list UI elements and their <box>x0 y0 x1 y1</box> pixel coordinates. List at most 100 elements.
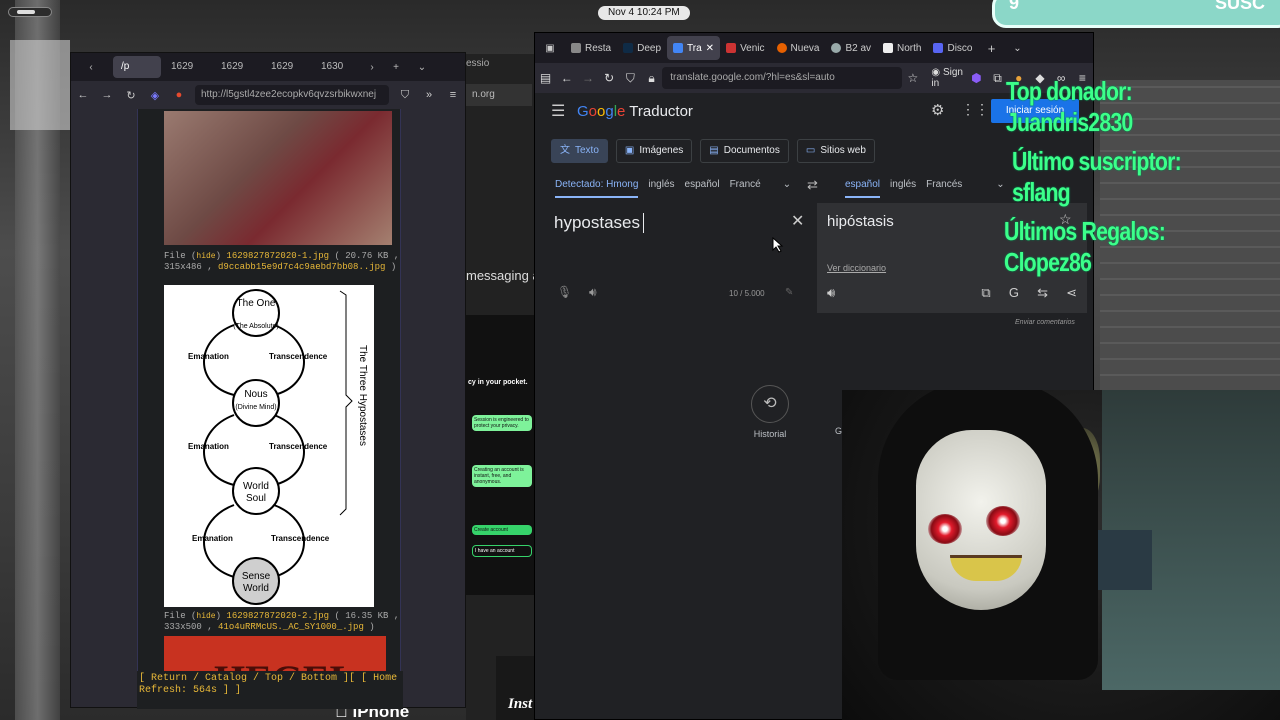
mode-websites[interactable]: ▭ Sitios web <box>796 139 875 163</box>
file-link[interactable]: 1629827872020-1.jpg <box>226 251 329 261</box>
footer-nav-links[interactable]: [ Return / Catalog / Top / Bottom ][ [ <box>139 673 367 684</box>
tab-list-icon[interactable]: ⌄ <box>409 62 435 73</box>
overflow-icon[interactable]: » <box>417 89 441 101</box>
reload-icon[interactable]: ↻ <box>119 89 143 102</box>
browser-tab[interactable]: Disco <box>927 36 978 60</box>
target-lang-option[interactable]: Francés <box>926 179 962 198</box>
sign-in-button[interactable]: ◉ Sign in <box>931 67 965 89</box>
source-lang-option[interactable]: español <box>685 179 720 198</box>
source-text-area[interactable]: hypostases ✕ 🎙︎ 🔊︎ 10 / 5.000 ✎ <box>541 203 811 313</box>
hypostases-diagram-image[interactable]: The One (The Absolute) Nous (Divine Mind… <box>164 285 374 607</box>
new-tab-icon[interactable]: + <box>978 41 1004 56</box>
history-button[interactable]: ⟲ Historial <box>740 385 800 439</box>
home-link[interactable]: Home <box>373 673 397 684</box>
browser-tab-active[interactable]: Tra ✕ <box>667 36 721 60</box>
extension-icon[interactable]: ⬢ <box>966 71 987 85</box>
shield-icon[interactable]: ⛉ <box>620 71 641 86</box>
handwriting-icon[interactable]: ✎ <box>785 287 793 298</box>
reload-icon[interactable]: ↻ <box>599 71 620 85</box>
original-filename[interactable]: 41o4uRRMcUS._AC_SY1000_.jpg <box>218 622 364 632</box>
workspace-indicator[interactable] <box>8 7 52 17</box>
right-tab-bar: ▣ Resta Deep Tra ✕ Venic Nueva B2 av Nort… <box>535 33 1093 63</box>
forward-icon[interactable]: → <box>577 71 598 85</box>
listen-source-icon[interactable]: 🔊︎ <box>589 285 597 300</box>
hide-link[interactable]: hide <box>196 252 215 261</box>
target-lang-dropdown-icon[interactable]: ⌄ <box>996 179 1004 198</box>
tab-groups-icon[interactable]: ▣ <box>535 43 565 54</box>
last-gifts-overlay: Últimos Regalos: Clopez86 <box>1004 216 1166 277</box>
target-lang-option[interactable]: inglés <box>890 179 916 198</box>
listen-translation-icon[interactable]: 🔊︎ <box>827 285 835 301</box>
background-tab-label[interactable]: essio <box>466 58 489 69</box>
diagram-sense-world-2: World <box>243 583 269 594</box>
mode-text[interactable]: 文 Texto <box>551 139 608 163</box>
tor-icon[interactable]: ◈ <box>143 89 167 102</box>
source-text[interactable]: hypostases <box>554 213 640 233</box>
mode-documents[interactable]: ▤ Documentos <box>700 139 789 163</box>
swap-languages-icon[interactable]: ⇄ <box>807 177 818 193</box>
hide-link[interactable]: hide <box>196 612 215 621</box>
sidebar-icon[interactable]: ▤ <box>535 71 556 85</box>
background-window <box>10 40 70 130</box>
source-lang-detected[interactable]: Detectado: Hmong <box>555 179 639 198</box>
main-menu-icon[interactable]: ☰ <box>551 101 565 121</box>
browser-tab[interactable]: North <box>877 36 927 60</box>
back-icon[interactable]: ← <box>71 89 95 101</box>
source-lang-option[interactable]: Francé <box>730 179 761 198</box>
original-filename[interactable]: d9ccabb15e9d7c4c9aebd7bb08..jpg <box>218 262 385 272</box>
new-tab-icon[interactable]: + <box>383 62 409 73</box>
source-lang-option[interactable]: inglés <box>648 179 674 198</box>
dictionary-link[interactable]: Ver diccionario <box>827 263 886 273</box>
tab-scroll-right-icon[interactable]: › <box>361 62 383 73</box>
left-tab[interactable]: 1630 <box>313 56 361 78</box>
tab-list-icon[interactable]: ⌄ <box>1004 43 1030 54</box>
refresh-timer[interactable]: Refresh: 564s ] <box>139 685 229 696</box>
tab-scroll-left-icon[interactable]: ‹ <box>71 62 111 73</box>
bookmark-star-icon[interactable]: ☆ <box>902 71 923 85</box>
url-field[interactable]: translate.google.com/?hl=es&sl=auto <box>662 67 903 89</box>
browser-tab[interactable]: Venic <box>720 36 770 60</box>
clock[interactable]: Nov 4 10:24 PM <box>598 6 690 20</box>
puzzle-icon[interactable]: ⧉ <box>987 71 1008 86</box>
discord-icon <box>933 43 944 53</box>
microphone-icon[interactable]: 🎙︎ <box>557 285 572 299</box>
google-icon[interactable]: G <box>1009 285 1019 301</box>
google-translate-logo[interactable]: Google Traductor <box>577 103 693 120</box>
forward-icon[interactable]: → <box>95 89 119 101</box>
shield-icon[interactable]: ● <box>167 89 191 101</box>
left-tab[interactable]: /p <box>113 56 161 78</box>
left-tab[interactable]: 1629 <box>163 56 211 78</box>
file-link[interactable]: 1629827872020-2.jpg <box>226 611 329 621</box>
settings-icon[interactable]: ⚙ <box>931 101 944 119</box>
background-url[interactable]: n.org <box>466 84 532 106</box>
left-tab[interactable]: 1629 <box>213 56 261 78</box>
mode-images[interactable]: ▣ Imágenes <box>615 139 693 163</box>
back-icon[interactable]: ← <box>556 71 577 85</box>
close-tab-icon[interactable]: ✕ <box>706 43 714 54</box>
post-image-painting[interactable] <box>164 111 392 245</box>
left-browser-window: ‹ /p 1629 1629 1629 1630 › + ⌄ ← → ↻ ◈ ●… <box>70 52 466 709</box>
copy-icon[interactable]: ⧉ <box>981 285 990 301</box>
thread-footer-nav: [ Return / Catalog / Top / Bottom ][ [ H… <box>137 671 403 709</box>
privacy-icon[interactable]: ⛉ <box>393 89 417 102</box>
text-cursor <box>643 213 644 233</box>
left-url-field[interactable]: http://l5gstl4zee2ecopkv6qvzsrbikwxnej <box>195 85 389 105</box>
clear-text-icon[interactable]: ✕ <box>791 211 804 231</box>
left-tab[interactable]: 1629 <box>263 56 311 78</box>
source-lang-dropdown-icon[interactable]: ⌄ <box>783 179 791 198</box>
share-icon[interactable]: ⋖ <box>1066 285 1077 301</box>
left-nav-bar: ← → ↻ ◈ ● http://l5gstl4zee2ecopkv6qvzsr… <box>71 81 465 109</box>
send-feedback-link[interactable]: Enviar comentarios <box>1015 319 1075 326</box>
imageboard-thread: File (hide) 1629827872020-1.jpg ( 20.76 … <box>137 109 401 709</box>
mask-eye <box>986 506 1020 536</box>
target-lang-selected[interactable]: español <box>845 179 881 198</box>
lock-icon[interactable]: 🔒︎ <box>641 71 662 86</box>
browser-tab[interactable]: B2 av <box>825 36 877 60</box>
browser-tab[interactable]: Nueva <box>771 36 826 60</box>
saved-label[interactable]: G <box>835 426 842 436</box>
top-donor-overlay: Top donador: Juandris2830 <box>1006 76 1133 137</box>
rate-translation-icon[interactable]: ⇆ <box>1037 285 1048 301</box>
menu-icon[interactable]: ≡ <box>441 89 465 101</box>
browser-tab[interactable]: Deep <box>617 36 667 60</box>
browser-tab[interactable]: Resta <box>565 36 617 60</box>
